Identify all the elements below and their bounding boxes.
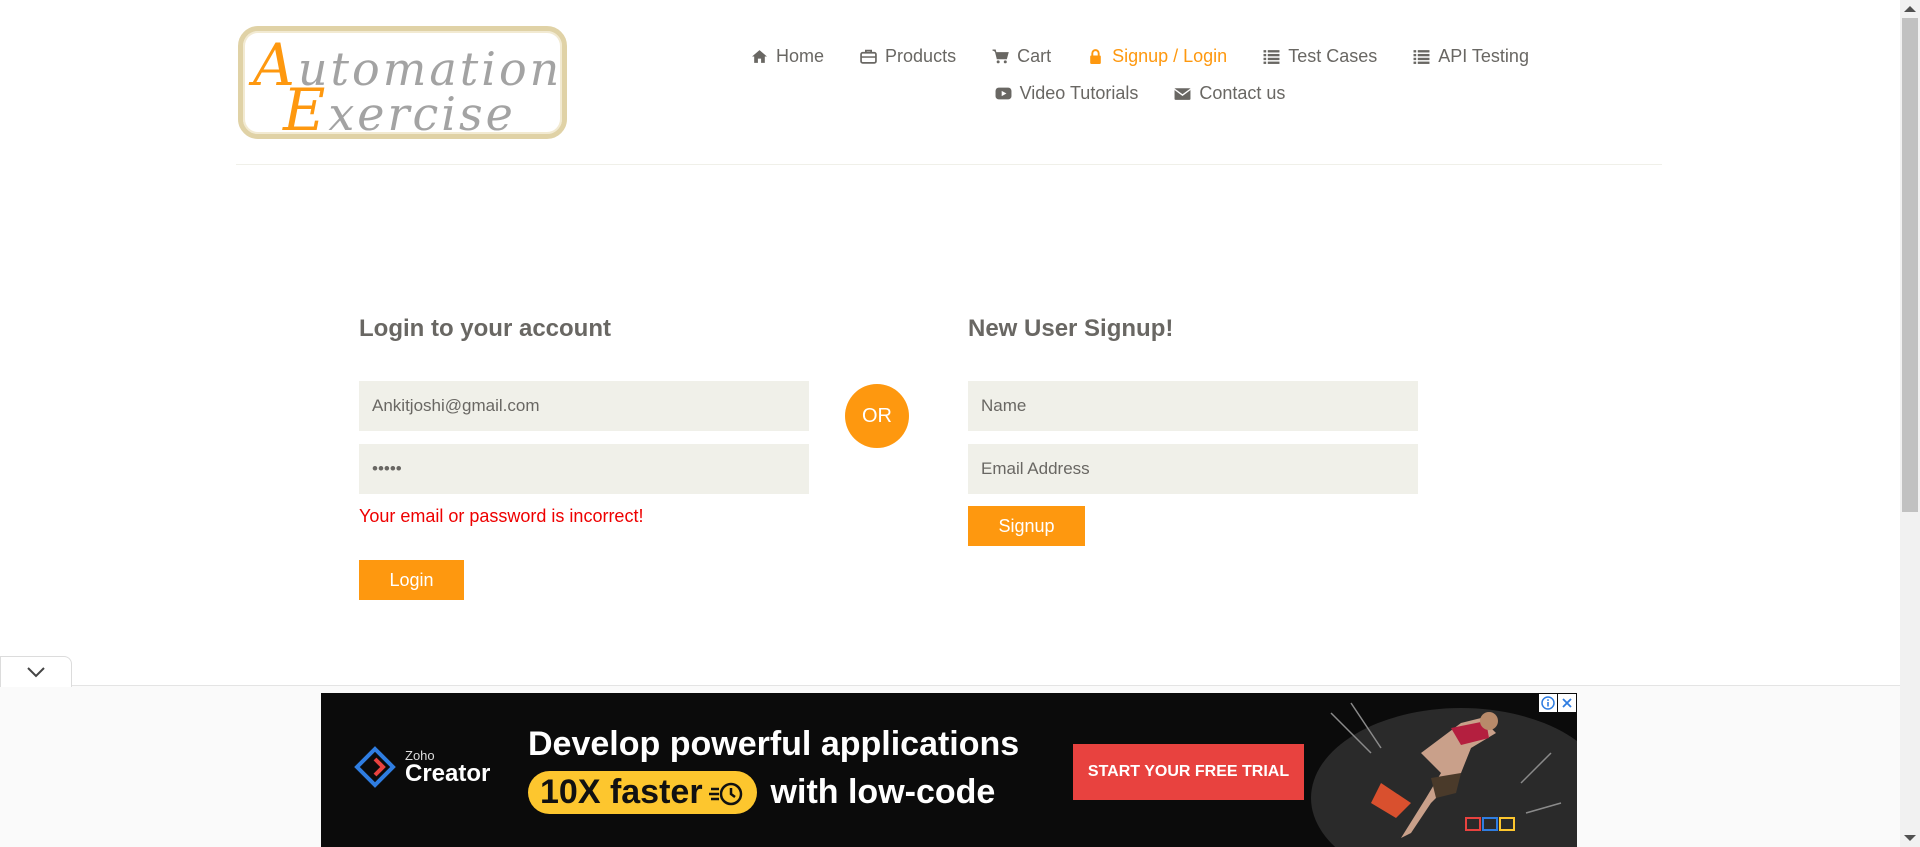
- main-nav: Home Products Cart Signup / Login Test C…: [740, 38, 1540, 112]
- logo-line-2: Exercise: [283, 76, 516, 144]
- signup-title: New User Signup!: [968, 315, 1174, 342]
- envelope-icon: [1174, 88, 1192, 100]
- scroll-up-arrow-icon[interactable]: [1904, 6, 1916, 12]
- nav-video-tutorials[interactable]: Video Tutorials: [995, 83, 1138, 104]
- nav-home[interactable]: Home: [751, 46, 824, 67]
- nav-cart[interactable]: Cart: [992, 46, 1051, 67]
- home-icon: [752, 50, 767, 63]
- zoho-creator-logo-icon: [354, 746, 396, 788]
- ad-headline-1: Develop powerful applications: [528, 725, 1020, 763]
- stopwatch-icon: [708, 782, 742, 805]
- login-error-message: Your email or password is incorrect!: [359, 506, 644, 526]
- ad-info-icon[interactable]: [1539, 694, 1557, 712]
- nav-api-testing[interactable]: API Testing: [1413, 46, 1529, 67]
- briefcase-icon: [860, 49, 877, 64]
- cart-icon: [992, 49, 1009, 64]
- nav-products[interactable]: Products: [860, 46, 956, 67]
- nav-row-1: Home Products Cart Signup / Login Test C…: [740, 38, 1540, 75]
- nav-row-2: Video Tutorials Contact us: [740, 75, 1540, 112]
- site-logo[interactable]: Automation Exercise: [238, 26, 567, 144]
- scrollbar-thumb[interactable]: [1902, 18, 1918, 512]
- page-scrollbar[interactable]: [1900, 0, 1920, 847]
- header-divider: [236, 164, 1662, 165]
- signup-email-input[interactable]: [968, 444, 1418, 494]
- nav-signup-login[interactable]: Signup / Login: [1087, 46, 1227, 67]
- scroll-down-arrow-icon[interactable]: [1904, 835, 1916, 841]
- chevron-down-icon: [27, 667, 45, 678]
- signup-button[interactable]: Signup: [968, 506, 1085, 546]
- ad-close-icon[interactable]: [1558, 694, 1576, 712]
- ad-headline-2: 10X faster with low-code: [528, 771, 995, 814]
- nav-test-cases[interactable]: Test Cases: [1263, 46, 1377, 67]
- login-password-input[interactable]: [359, 444, 809, 494]
- ad-banner[interactable]: Zoho Creator Develop powerful applicatio…: [321, 693, 1577, 847]
- ad-cta-button[interactable]: START YOUR FREE TRIAL: [1073, 744, 1304, 800]
- login-button[interactable]: Login: [359, 560, 464, 600]
- login-title: Login to your account: [359, 315, 611, 342]
- ad-athlete-image: [1311, 702, 1577, 847]
- ad-highlight-pill: 10X faster: [528, 771, 757, 814]
- youtube-play-icon: [995, 87, 1012, 100]
- ad-brand: Zoho Creator: [353, 745, 490, 789]
- ad-collapse-toggle[interactable]: [0, 656, 72, 687]
- or-divider-badge: OR: [845, 384, 909, 448]
- list-icon: [1413, 50, 1430, 64]
- list-icon: [1263, 50, 1280, 64]
- nav-contact-us[interactable]: Contact us: [1174, 83, 1285, 104]
- lock-icon: [1090, 49, 1101, 64]
- signup-name-input[interactable]: [968, 381, 1418, 431]
- login-email-input[interactable]: [359, 381, 809, 431]
